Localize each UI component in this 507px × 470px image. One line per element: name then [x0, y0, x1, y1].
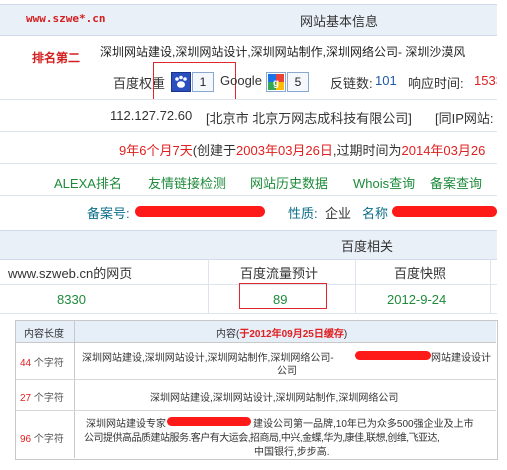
expire-date: 2014年03月26 — [401, 143, 486, 158]
domain-age-row: 9年6个月7天(创建于2003年03月26日,过期时间为2014年03月26 — [119, 140, 497, 159]
site-keywords: 深圳网站建设,深圳网站设计,深圳网站制作,深圳网络公司- 深圳沙漠风 — [100, 45, 466, 59]
content-line: 公司 — [277, 366, 297, 377]
response-time-label: 响应时间: — [408, 76, 464, 91]
content-line: 网站建设设计 — [431, 353, 491, 364]
char-count-cell: 27 个字符 — [20, 389, 64, 404]
content-line: 中国银行,步步高. — [254, 447, 330, 458]
char-unit: 个字符 — [33, 393, 64, 404]
redaction-mark — [167, 417, 251, 426]
divider — [0, 99, 497, 100]
content-header-suffix: ) — [343, 329, 348, 340]
friend-link-check-link[interactable]: 友情链接检测 — [148, 173, 226, 192]
baidu-traffic-value[interactable]: 89 — [273, 292, 287, 307]
domain-age: 9年6个月7天 — [119, 143, 193, 158]
alexa-rank-link[interactable]: ALEXA排名 — [54, 173, 122, 192]
content-length-header: 内容长度 — [24, 329, 64, 340]
content-line: 建设公司第一品牌,10年已为众多500强企业及上市 — [253, 419, 474, 430]
char-count: 44 — [20, 358, 32, 369]
google-logo-icon: g — [266, 72, 286, 92]
baidu-snapshot-value[interactable]: 2012-9-24 — [387, 292, 446, 307]
divider — [0, 195, 497, 196]
google-label: Google — [220, 73, 262, 88]
ip-location: [北京市 北京万网志成科技有限公司] — [206, 111, 412, 126]
baidu-paw-icon — [171, 72, 191, 92]
rank-label: 排名第二 — [32, 51, 81, 65]
column-divider — [208, 259, 209, 314]
baidu-section-title: 百度相关 — [341, 239, 394, 254]
char-unit: 个字符 — [33, 358, 64, 369]
created-prefix: (创建于 — [192, 143, 237, 158]
char-unit: 个字符 — [33, 434, 64, 445]
expire-prefix: ,过期时间为 — [332, 143, 402, 158]
baidu-col-traffic: 百度流量预计 — [240, 266, 319, 281]
char-count-cell: 96 个字符 — [20, 430, 64, 445]
baidu-col-snapshot: 百度快照 — [394, 266, 447, 281]
backlinks-label: 反链数: — [330, 76, 373, 91]
content-line: 深圳网站建设专家 — [86, 419, 166, 430]
site-history-link[interactable]: 网站历史数据 — [250, 173, 328, 192]
redaction-mark — [392, 206, 497, 217]
response-time-value: 1533 — [474, 73, 497, 88]
divider — [0, 163, 497, 164]
whois-query-link[interactable]: Whois查询 — [353, 173, 415, 192]
content-line: 深圳网站建设,深圳网站设计,深圳网站制作,深圳网络公司 — [150, 393, 399, 404]
nature-label: 性质: — [288, 206, 318, 221]
cache-date: 于2012年09月25日缓存 — [239, 329, 344, 340]
divider — [0, 313, 497, 314]
baidu-indexed-pages-value[interactable]: 8330 — [57, 292, 86, 307]
company-name-label: 名称 — [362, 206, 389, 221]
baidu-col-indexed-pages: www.szweb.cn的网页 — [8, 266, 133, 281]
site-info-title: 网站基本信息 — [300, 14, 379, 29]
char-count: 27 — [20, 393, 32, 404]
content-header: 内容(于2012年09月25日缓存) — [216, 325, 347, 340]
ip-address: 112.127.72.60 — [110, 108, 193, 123]
created-date: 2003年03月26日 — [236, 143, 333, 158]
baidu-weight-value: 1 — [192, 72, 214, 92]
baidu-section-header — [0, 230, 497, 260]
column-divider — [490, 259, 491, 314]
redaction-mark — [135, 206, 265, 217]
watermark-text: www.szwe*.cn — [26, 12, 106, 25]
nature-value: 企业 — [325, 206, 352, 221]
icp-number-label: 备案号: — [87, 206, 130, 221]
char-count: 96 — [20, 434, 32, 445]
svg-text:g: g — [273, 78, 279, 89]
column-divider — [355, 259, 356, 314]
google-pr-value: 5 — [287, 72, 309, 92]
divider — [0, 131, 497, 132]
icp-query-link[interactable]: 备案查询 — [430, 173, 497, 192]
same-ip-sites-link[interactable]: [同IP网站: — [435, 108, 497, 127]
char-count-cell: 44 个字符 — [20, 354, 64, 369]
content-header-prefix: 内容( — [216, 329, 240, 340]
redaction-mark — [355, 351, 431, 360]
backlinks-value[interactable]: 101 — [375, 73, 397, 88]
content-line: 公司提供高品质建站服务.客户有大运会,招商局,中兴,金蝶,华为,康佳,联想,创维… — [84, 433, 440, 444]
